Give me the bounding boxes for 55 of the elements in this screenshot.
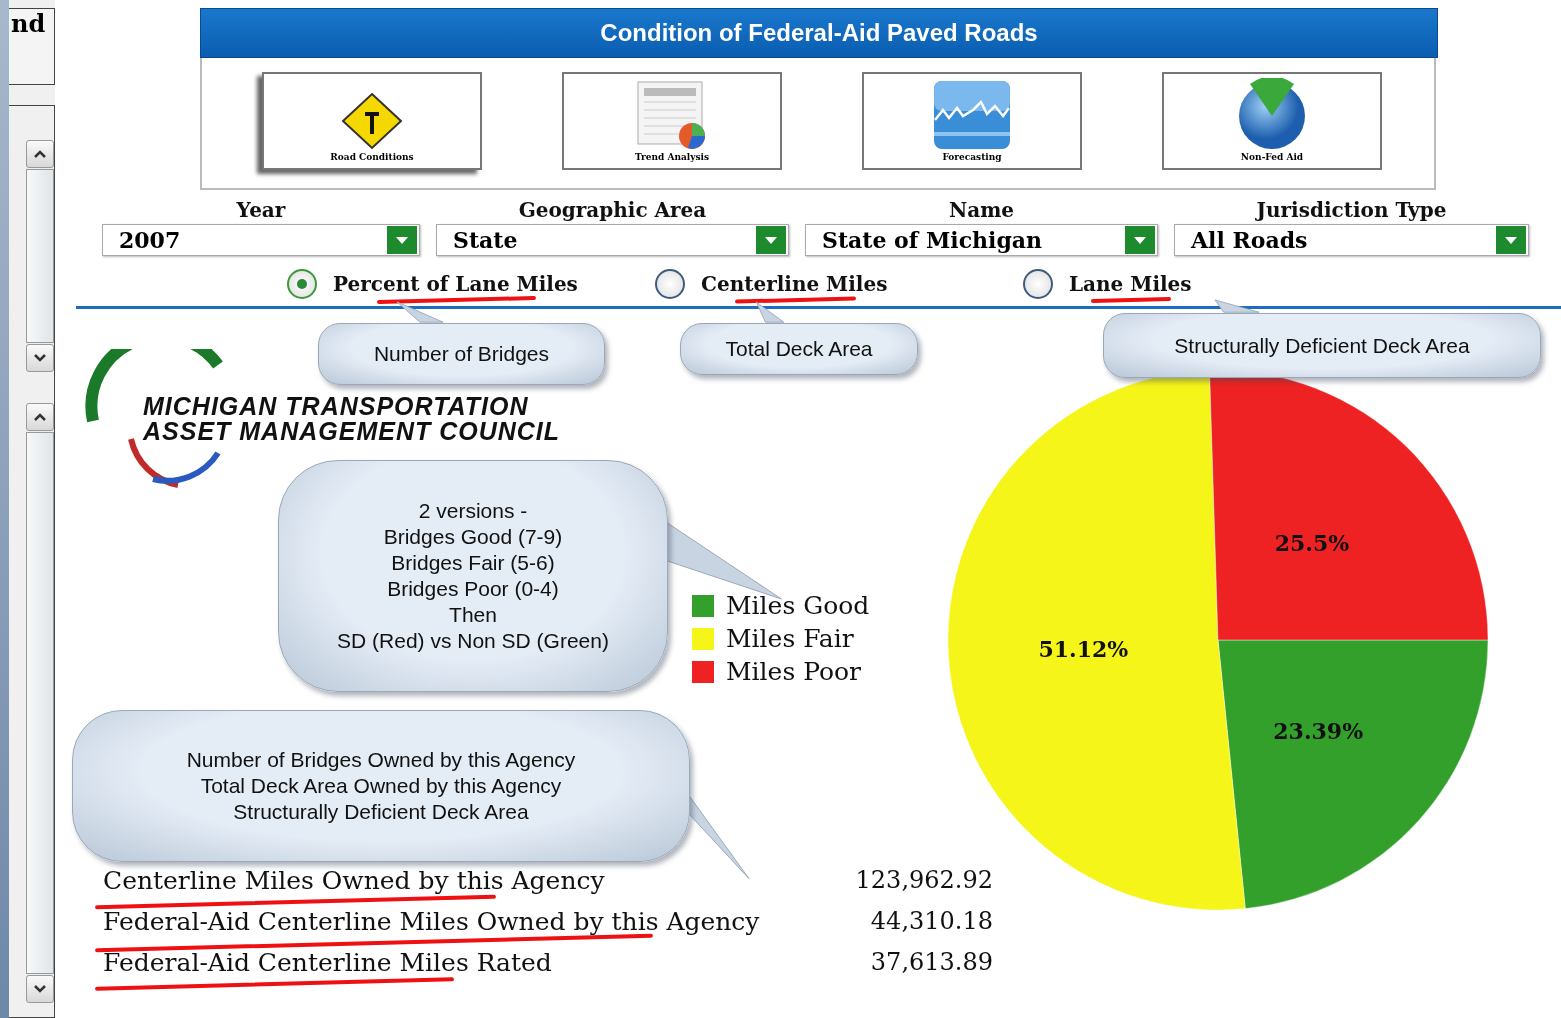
radio-option[interactable]: Lane Miles bbox=[1023, 266, 1391, 302]
stat-value: 123,962.92 bbox=[854, 866, 993, 895]
legend-label: Miles Poor bbox=[726, 657, 862, 686]
legend-label: Miles Good bbox=[726, 591, 870, 620]
stat-label: Federal-Aid Centerline Miles Owned by this Agency bbox=[103, 907, 760, 936]
callout-text: Total Deck Area bbox=[725, 336, 873, 362]
callout-text: Structurally Deficient Deck Area bbox=[1174, 332, 1470, 359]
callout-text: Then bbox=[449, 602, 497, 628]
radio-button[interactable] bbox=[655, 269, 685, 299]
logo-text: MICHIGAN TRANSPORTATION bbox=[143, 394, 530, 419]
scrollbar[interactable] bbox=[26, 403, 54, 1003]
nav-tile[interactable]: Non-Fed Aid bbox=[1162, 72, 1382, 170]
callout-text: Structurally Deficient Deck Area bbox=[233, 799, 529, 825]
slice-label: 25.5% bbox=[1274, 530, 1350, 557]
filter-label: Name bbox=[948, 198, 1015, 224]
scroll-up-icon bbox=[33, 149, 47, 159]
radio-option[interactable]: Percent of Lane Miles bbox=[287, 266, 655, 302]
legend-label: Miles Fair bbox=[726, 624, 854, 653]
panel-title: nd bbox=[9, 8, 55, 85]
page-title: Condition of Federal-Aid Paved Roads bbox=[200, 8, 1438, 58]
slice-label: 23.39% bbox=[1273, 717, 1364, 744]
logo-text: ASSET MANAGEMENT COUNCIL bbox=[143, 419, 562, 444]
callout-text: Number of Bridges bbox=[373, 341, 550, 367]
callout-text: SD (Red) vs Non SD (Green) bbox=[337, 628, 609, 654]
callout-text: Bridges Poor (0-4) bbox=[387, 576, 559, 602]
scroll-up-icon bbox=[33, 412, 47, 422]
nav-tile[interactable]: Road Conditions bbox=[262, 72, 482, 170]
dropdown[interactable]: All Roads bbox=[1174, 224, 1529, 256]
radio-button[interactable] bbox=[1023, 269, 1053, 299]
filter-label: Jurisdiction Type bbox=[1256, 198, 1447, 224]
callout-text: Bridges Good (7-9) bbox=[383, 524, 563, 550]
nav-tile[interactable]: Forecasting bbox=[862, 72, 1082, 170]
filter-label: Year bbox=[236, 198, 286, 224]
radio-button[interactable] bbox=[287, 269, 317, 299]
scroll-down-icon bbox=[33, 353, 47, 363]
filter-label: Geographic Area bbox=[518, 198, 707, 224]
callout-text: Total Deck Area Owned by this Agency bbox=[200, 773, 562, 799]
nav-tile[interactable]: Trend Analysis bbox=[562, 72, 782, 170]
radio-option[interactable]: Centerline Miles bbox=[655, 266, 1023, 302]
stat-label: Centerline Miles Owned by this Agency bbox=[103, 866, 605, 895]
road-sign-icon bbox=[341, 92, 403, 150]
dropdown[interactable]: State of Michigan bbox=[805, 224, 1158, 256]
scroll-down-icon bbox=[33, 984, 47, 994]
dropdown[interactable]: 2007 bbox=[102, 224, 420, 256]
stat-value: 44,310.18 bbox=[869, 907, 993, 936]
callout-text: Number of Bridges Owned by this Agency bbox=[186, 747, 576, 773]
stat-value: 37,613.89 bbox=[869, 948, 993, 977]
spreadsheet-chart-icon bbox=[636, 80, 708, 150]
dropdown[interactable]: State bbox=[436, 224, 789, 256]
callout-text: Bridges Fair (5-6) bbox=[391, 550, 555, 576]
slice-label: 51.12% bbox=[1038, 635, 1129, 662]
callout-text: 2 versions - bbox=[418, 498, 528, 524]
line-graph-icon bbox=[933, 80, 1011, 150]
scrollbar[interactable] bbox=[26, 140, 54, 372]
stat-label: Federal-Aid Centerline Miles Rated bbox=[103, 948, 552, 977]
